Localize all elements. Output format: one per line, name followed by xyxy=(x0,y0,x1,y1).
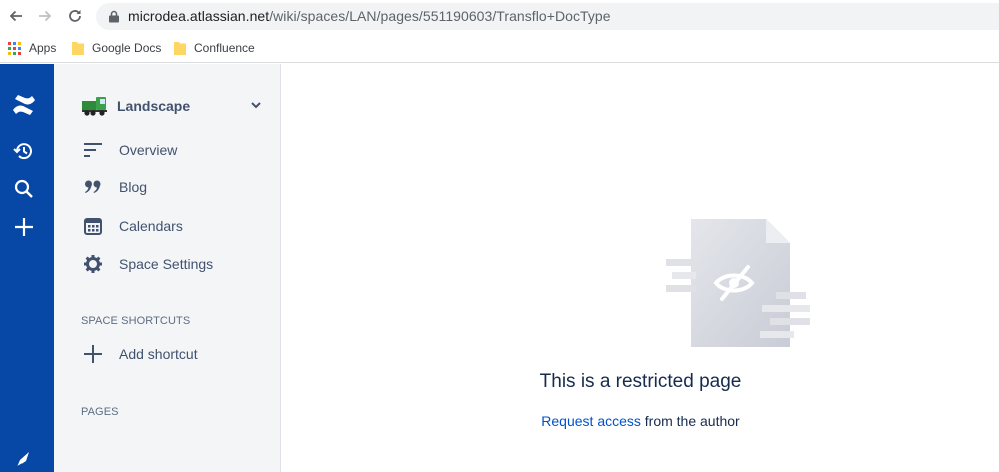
browser-toolbar: microdea.atlassian.net/wiki/spaces/LAN/p… xyxy=(0,0,999,33)
arrow-right-icon xyxy=(39,10,52,22)
sidebar-item-label: Space Settings xyxy=(119,256,214,272)
sidebar-item-label: Overview xyxy=(119,142,178,158)
restricted-title: This is a restricted page xyxy=(539,371,742,392)
sidebar-item-blog[interactable]: Blog xyxy=(82,176,147,198)
sidebar-item-overview[interactable]: Overview xyxy=(82,139,177,161)
notifications-button[interactable] xyxy=(12,448,36,472)
pages-heading: PAGES xyxy=(81,406,119,418)
main-content: This is a restricted page Request access… xyxy=(282,64,999,472)
plus-icon xyxy=(15,218,33,236)
lock-icon xyxy=(109,10,119,23)
url-host: microdea.atlassian.net xyxy=(128,8,270,24)
bookmark-label: Google Docs xyxy=(92,41,162,55)
bookmark-label: Confluence xyxy=(194,41,255,55)
url-text: microdea.atlassian.net/wiki/spaces/LAN/p… xyxy=(128,8,611,24)
space-sidebar: Landscape Overview Blog Calendars Space … xyxy=(54,64,281,472)
request-suffix: from the author xyxy=(640,413,740,429)
reload-button[interactable] xyxy=(65,6,85,26)
folder-icon xyxy=(174,42,186,55)
sidebar-item-label: Blog xyxy=(119,179,148,195)
rocket-icon xyxy=(16,452,29,468)
apps-grid-icon xyxy=(8,41,21,55)
space-avatar-truck-icon xyxy=(82,97,107,116)
quote-icon xyxy=(82,176,104,198)
request-access-link[interactable]: Request access xyxy=(541,413,641,429)
restricted-message: Request access from the author xyxy=(282,413,999,429)
sidebar-item-space-settings[interactable]: Space Settings xyxy=(82,253,213,275)
url-path: /wiki/spaces/LAN/pages/551190603/Transfl… xyxy=(269,8,611,24)
add-shortcut-button[interactable]: Add shortcut xyxy=(82,343,198,365)
plus-icon xyxy=(82,343,104,365)
overview-icon xyxy=(82,139,104,161)
space-title: Landscape xyxy=(117,98,191,114)
bookmark-apps[interactable]: Apps xyxy=(8,39,56,57)
restricted-page-illustration xyxy=(666,219,810,347)
sidebar-item-calendars[interactable]: Calendars xyxy=(82,215,183,237)
history-icon xyxy=(13,143,32,160)
sidebar-item-label: Calendars xyxy=(119,218,183,234)
calendar-icon xyxy=(82,215,104,237)
bookmark-google-docs[interactable]: Google Docs xyxy=(72,39,161,57)
chevron-down-icon[interactable] xyxy=(249,98,263,112)
space-header[interactable]: Landscape xyxy=(81,94,263,118)
bookmark-confluence[interactable]: Confluence xyxy=(174,39,255,57)
recent-button[interactable] xyxy=(12,139,36,163)
arrow-left-icon xyxy=(9,10,22,22)
search-button[interactable] xyxy=(12,177,36,201)
global-nav-rail xyxy=(0,64,54,472)
create-button[interactable] xyxy=(12,215,36,239)
reload-icon xyxy=(69,10,81,22)
address-bar[interactable]: microdea.atlassian.net/wiki/spaces/LAN/p… xyxy=(96,3,999,30)
confluence-logo-button[interactable] xyxy=(12,93,36,117)
space-shortcuts-heading: SPACE SHORTCUTS xyxy=(81,315,191,327)
forward-button[interactable] xyxy=(35,6,55,26)
search-icon xyxy=(14,179,33,198)
add-shortcut-label: Add shortcut xyxy=(119,346,198,362)
folder-icon xyxy=(72,42,84,55)
confluence-logo-icon xyxy=(13,95,35,115)
back-button[interactable] xyxy=(6,6,26,26)
gear-icon xyxy=(82,253,104,275)
bookmark-label: Apps xyxy=(29,41,57,55)
bookmarks-bar: Apps Google Docs Confluence xyxy=(0,33,999,63)
